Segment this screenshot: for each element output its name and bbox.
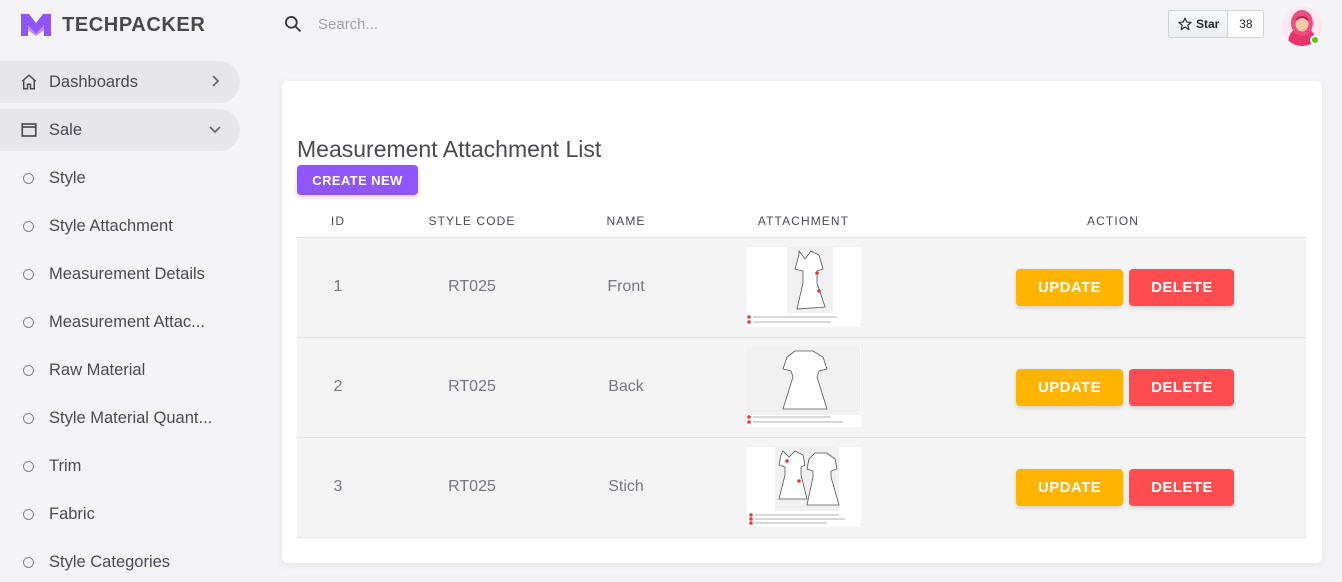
cell-id: 3 bbox=[297, 437, 379, 538]
column-header-action: ACTION bbox=[920, 205, 1306, 238]
cell-name: Stich bbox=[565, 437, 687, 538]
circle-icon bbox=[23, 364, 34, 376]
cell-attachment bbox=[687, 437, 920, 538]
column-header-id: ID bbox=[297, 205, 379, 238]
sidebar-item-label: Fabric bbox=[49, 504, 95, 523]
sidebar-item-label: Style Attachment bbox=[49, 216, 173, 235]
search-input[interactable] bbox=[318, 12, 618, 36]
online-status-dot bbox=[1310, 35, 1320, 45]
cell-attachment bbox=[687, 237, 920, 338]
cell-id: 2 bbox=[297, 337, 379, 438]
brand-logo-icon bbox=[21, 14, 51, 36]
delete-button[interactable]: DELETE bbox=[1129, 468, 1235, 506]
sidebar-item-label: Trim bbox=[49, 456, 82, 475]
sidebar-item-fabric[interactable]: Fabric bbox=[0, 493, 240, 535]
column-header-attachment: ATTACHMENT bbox=[687, 205, 920, 238]
sidebar-menu: Dashboards Sale Style Style Attachment M… bbox=[0, 61, 240, 582]
github-star-label: Star bbox=[1196, 17, 1220, 31]
stitch-sketch-image[interactable] bbox=[746, 447, 861, 527]
chevron-right-icon bbox=[212, 75, 220, 87]
cell-id: 1 bbox=[297, 237, 379, 338]
page-title: Measurement Attachment List bbox=[297, 136, 602, 162]
create-new-button[interactable]: CREATE NEW bbox=[297, 165, 418, 195]
circle-icon bbox=[23, 508, 34, 520]
update-button[interactable]: UPDATE bbox=[1016, 368, 1123, 406]
brand-name: TECHPACKER bbox=[62, 13, 206, 36]
sidebar-item-measurement-details[interactable]: Measurement Details bbox=[0, 253, 240, 295]
cell-actions: UPDATE DELETE bbox=[920, 437, 1306, 538]
cell-style-code: RT025 bbox=[379, 237, 565, 338]
star-icon bbox=[1178, 17, 1192, 31]
chevron-down-icon bbox=[209, 126, 221, 134]
update-button[interactable]: UPDATE bbox=[1016, 268, 1123, 306]
cell-name: Back bbox=[565, 337, 687, 438]
github-star-count[interactable]: 38 bbox=[1228, 10, 1265, 38]
sidebar: TECHPACKER Dashboards Sale Style Style A… bbox=[0, 0, 256, 582]
table-row: 3 RT025 Stich UPDATE DELETE bbox=[297, 437, 1306, 538]
sidebar-item-dashboards[interactable]: Dashboards bbox=[0, 61, 240, 103]
sidebar-item-trim[interactable]: Trim bbox=[0, 445, 240, 487]
circle-icon bbox=[23, 268, 34, 280]
sidebar-item-style[interactable]: Style bbox=[0, 157, 240, 199]
search-icon[interactable] bbox=[283, 14, 303, 34]
sidebar-item-label: Raw Material bbox=[49, 360, 146, 379]
update-button[interactable]: UPDATE bbox=[1016, 468, 1123, 506]
sidebar-item-sale[interactable]: Sale bbox=[0, 109, 240, 151]
sidebar-item-style-material-quantity[interactable]: Style Material Quant... bbox=[0, 397, 240, 439]
github-star-widget: Star 38 bbox=[1168, 10, 1265, 38]
sidebar-item-measurement-attachment[interactable]: Measurement Attac... bbox=[0, 301, 240, 343]
back-sketch-image[interactable] bbox=[746, 347, 861, 427]
brand[interactable]: TECHPACKER bbox=[20, 11, 205, 39]
home-icon bbox=[20, 73, 38, 91]
front-sketch-image[interactable] bbox=[746, 247, 861, 327]
cell-style-code: RT025 bbox=[379, 437, 565, 538]
cell-attachment bbox=[687, 337, 920, 438]
sidebar-item-label: Dashboards bbox=[49, 72, 138, 91]
sidebar-item-style-attachment[interactable]: Style Attachment bbox=[0, 205, 240, 247]
sidebar-item-label: Measurement Attac... bbox=[49, 312, 205, 331]
sidebar-item-style-categories[interactable]: Style Categories bbox=[0, 541, 240, 582]
circle-icon bbox=[23, 412, 34, 424]
column-header-name: NAME bbox=[565, 205, 687, 238]
cell-actions: UPDATE DELETE bbox=[920, 337, 1306, 438]
circle-icon bbox=[23, 316, 34, 328]
delete-button[interactable]: DELETE bbox=[1129, 268, 1235, 306]
cell-actions: UPDATE DELETE bbox=[920, 237, 1306, 338]
sidebar-item-label: Measurement Details bbox=[49, 264, 205, 283]
main-card: Measurement Attachment List CREATE NEW I… bbox=[282, 81, 1322, 563]
cell-name: Front bbox=[565, 237, 687, 338]
sidebar-item-label: Sale bbox=[49, 120, 83, 139]
cell-style-code: RT025 bbox=[379, 337, 565, 438]
sidebar-item-raw-material[interactable]: Raw Material bbox=[0, 349, 240, 391]
circle-icon bbox=[23, 220, 34, 232]
sidebar-item-label: Style Material Quant... bbox=[49, 408, 213, 427]
sidebar-item-label: Style Categories bbox=[49, 552, 171, 571]
delete-button[interactable]: DELETE bbox=[1129, 368, 1235, 406]
column-header-style-code: STYLE CODE bbox=[379, 205, 565, 238]
table-row: 1 RT025 Front UPDATE DELETE bbox=[297, 237, 1306, 338]
circle-icon bbox=[23, 556, 34, 568]
github-star-button[interactable]: Star bbox=[1168, 10, 1229, 38]
sidebar-item-label: Style bbox=[49, 168, 86, 187]
table-row: 2 RT025 Back UPDATE DELETE bbox=[297, 337, 1306, 438]
measurement-attachment-table: ID STYLE CODE NAME ATTACHMENT ACTION 1 R… bbox=[297, 205, 1306, 538]
circle-icon bbox=[23, 460, 34, 472]
table-header-row: ID STYLE CODE NAME ATTACHMENT ACTION bbox=[297, 205, 1306, 238]
window-icon bbox=[20, 121, 38, 139]
circle-icon bbox=[23, 172, 34, 184]
